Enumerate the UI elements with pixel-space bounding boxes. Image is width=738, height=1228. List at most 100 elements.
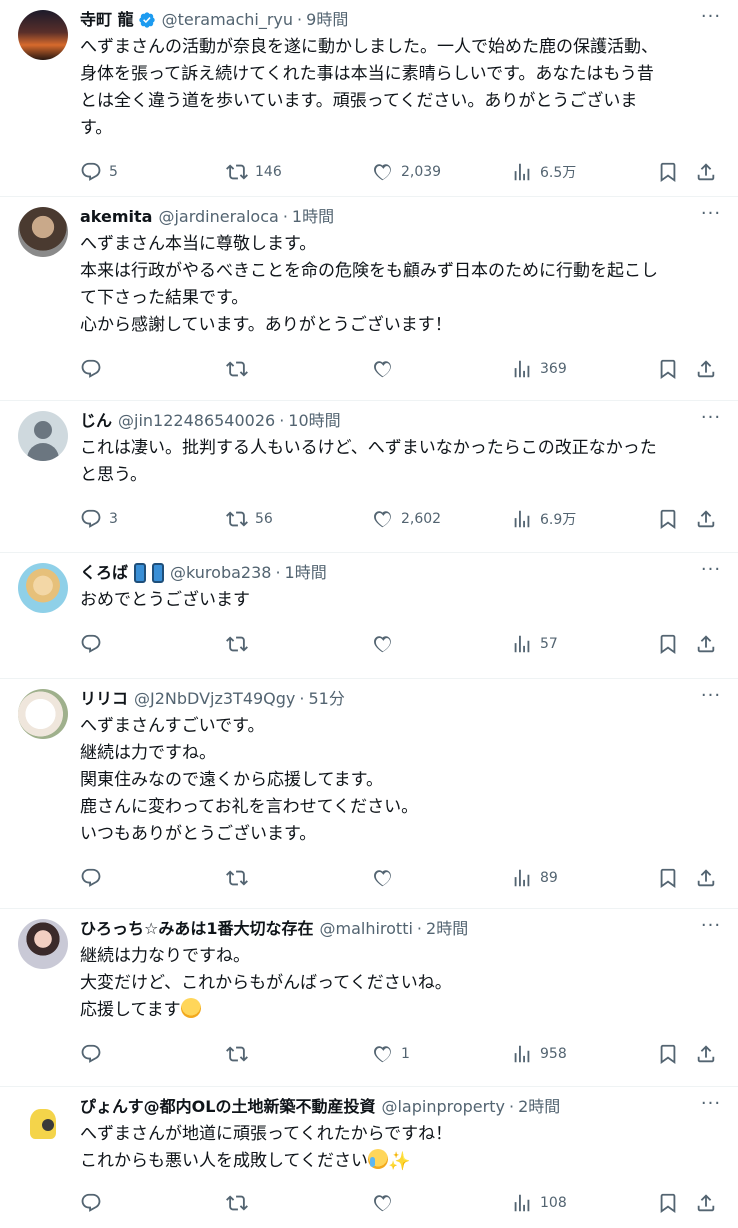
like-button[interactable]: 2,602 (372, 508, 511, 530)
tweet[interactable]: リリコ @J2NbDVjz3T49Qgy · 51分 へずまさんすごいです。 継… (0, 679, 738, 909)
like-button[interactable]: 2,039 (372, 161, 511, 183)
mimikyu-avatar[interactable] (18, 1097, 68, 1147)
user-handle[interactable]: @kuroba238 (170, 562, 271, 584)
tweet-time[interactable]: 2時間 (426, 918, 468, 940)
bookmark-button[interactable] (657, 1043, 695, 1065)
tweet[interactable]: 寺町 龍 @teramachi_ryu · 9時間 へずまさんの活動が奈良を遂に… (0, 0, 738, 197)
views-button[interactable]: 57 (511, 633, 657, 655)
tweet-content: ぴょんす@都内OLの土地新築不動産投資 @lapinproperty · 2時間… (80, 1095, 720, 1228)
reply-button[interactable]: 3 (80, 508, 226, 530)
reply-feed: 寺町 龍 @teramachi_ryu · 9時間 へずまさんの活動が奈良を遂に… (0, 0, 738, 1228)
retweet-button[interactable] (226, 1043, 372, 1065)
more-options-icon[interactable]: ··· (700, 561, 722, 583)
retweet-button[interactable] (226, 867, 372, 889)
display-name[interactable]: 寺町 龍 (80, 9, 134, 31)
anime-character-avatar[interactable] (18, 563, 68, 613)
retweet-button[interactable] (226, 1192, 372, 1214)
tweet-time[interactable]: 10時間 (288, 410, 340, 432)
share-button[interactable] (695, 633, 717, 655)
display-name[interactable]: くろば (80, 562, 128, 584)
tweet-time[interactable]: 9時間 (306, 9, 348, 31)
tweet[interactable]: じん @jin122486540026 · 10時間 これは凄い。批判する人もい… (0, 401, 738, 553)
views-button[interactable]: 89 (511, 867, 657, 889)
retweet-button[interactable] (226, 633, 372, 655)
share-button[interactable] (695, 1043, 717, 1065)
reply-button[interactable] (80, 358, 226, 380)
retweet-button[interactable]: 146 (226, 161, 372, 183)
bearded-man-avatar[interactable] (18, 207, 68, 257)
user-handle[interactable]: @lapinproperty (381, 1096, 504, 1118)
heart-icon (374, 636, 391, 653)
display-name[interactable]: ひろっち☆みあは1番大切な存在 (80, 918, 313, 940)
views-button[interactable]: 958 (511, 1043, 657, 1065)
like-button[interactable] (372, 867, 511, 889)
bookmark-button[interactable] (657, 1192, 695, 1214)
tweet[interactable]: ひろっち☆みあは1番大切な存在 @malhirotti · 2時間 継続は力なり… (0, 909, 738, 1087)
view-count: 958 (540, 1046, 567, 1062)
views-button[interactable]: 108 (511, 1192, 657, 1214)
retweet-icon (226, 511, 248, 527)
views-button[interactable]: 369 (511, 358, 657, 380)
display-name[interactable]: akemita (80, 206, 152, 228)
tweet-actions: 5 146 2,039 6.5万 (80, 154, 720, 190)
retweet-icon (226, 1195, 248, 1211)
bookmark-button[interactable] (657, 633, 695, 655)
share-button[interactable] (695, 161, 717, 183)
reply-button[interactable] (80, 633, 226, 655)
reply-button[interactable] (80, 867, 226, 889)
more-options-icon[interactable]: ··· (700, 409, 722, 431)
more-options-icon[interactable]: ··· (700, 687, 722, 709)
like-button[interactable] (372, 358, 511, 380)
display-name[interactable]: リリコ (80, 688, 128, 710)
tweet-time[interactable]: 51分 (309, 688, 345, 710)
tweet[interactable]: くろば @kuroba238 · 1時間 おめでとうございます 57 ··· (0, 553, 738, 679)
more-options-icon[interactable]: ··· (700, 205, 722, 227)
sunset-avatar[interactable] (18, 10, 68, 60)
reply-button[interactable]: 5 (80, 161, 226, 183)
tweet-time[interactable]: 1時間 (292, 206, 334, 228)
tweet-text: おめでとうございます (80, 590, 250, 610)
user-handle[interactable]: @malhirotti (319, 918, 412, 940)
tweet-header: リリコ @J2NbDVjz3T49Qgy · 51分 (80, 687, 720, 711)
tweet-header: 寺町 龍 @teramachi_ryu · 9時間 (80, 8, 720, 32)
more-options-icon[interactable]: ··· (700, 1095, 722, 1117)
reply-button[interactable] (80, 1192, 226, 1214)
mobile-phone-emoji-icon (152, 563, 165, 583)
tweet-time[interactable]: 2時間 (518, 1096, 560, 1118)
share-button[interactable] (695, 508, 717, 530)
tweet[interactable]: ぴょんす@都内OLの土地新築不動産投資 @lapinproperty · 2時間… (0, 1087, 738, 1228)
default-avatar[interactable] (18, 411, 68, 461)
retweet-button[interactable]: 56 (226, 508, 372, 530)
view-count: 89 (540, 870, 558, 886)
separator-dot: · (282, 207, 288, 226)
retweet-button[interactable] (226, 358, 372, 380)
share-button[interactable] (695, 1192, 717, 1214)
bookmark-button[interactable] (657, 161, 695, 183)
tweet[interactable]: akemita @jardineraloca · 1時間 へずまさん本当に尊敬し… (0, 197, 738, 401)
display-name[interactable]: ぴょんす@都内OLの土地新築不動産投資 (80, 1096, 375, 1118)
more-options-icon[interactable]: ··· (700, 8, 722, 30)
tweet-time[interactable]: 1時間 (285, 562, 327, 584)
share-button[interactable] (695, 358, 717, 380)
user-handle[interactable]: @teramachi_ryu (162, 9, 293, 31)
bookmark-button[interactable] (657, 508, 695, 530)
share-button[interactable] (695, 867, 717, 889)
bookmark-button[interactable] (657, 867, 695, 889)
more-options-icon[interactable]: ··· (700, 917, 722, 939)
reply-count: 3 (109, 511, 118, 527)
like-button[interactable]: 1 (372, 1043, 511, 1065)
display-name[interactable]: じん (80, 410, 112, 432)
bar-chart-icon (514, 635, 530, 653)
dog-avatar[interactable] (18, 689, 68, 739)
views-button[interactable]: 6.5万 (511, 161, 657, 183)
views-button[interactable]: 6.9万 (511, 508, 657, 530)
like-button[interactable] (372, 633, 511, 655)
user-handle[interactable]: @jin122486540026 (118, 410, 275, 432)
like-button[interactable] (372, 1192, 511, 1214)
bookmark-button[interactable] (657, 358, 695, 380)
user-handle[interactable]: @jardineraloca (158, 206, 278, 228)
reply-button[interactable] (80, 1043, 226, 1065)
idol-photo-avatar[interactable] (18, 919, 68, 969)
tweet-text-wrapper: 継続は力なりですね。 大変だけど、これからもがんばってくださいね。 応援してます (80, 943, 720, 1024)
user-handle[interactable]: @J2NbDVjz3T49Qgy (134, 688, 295, 710)
